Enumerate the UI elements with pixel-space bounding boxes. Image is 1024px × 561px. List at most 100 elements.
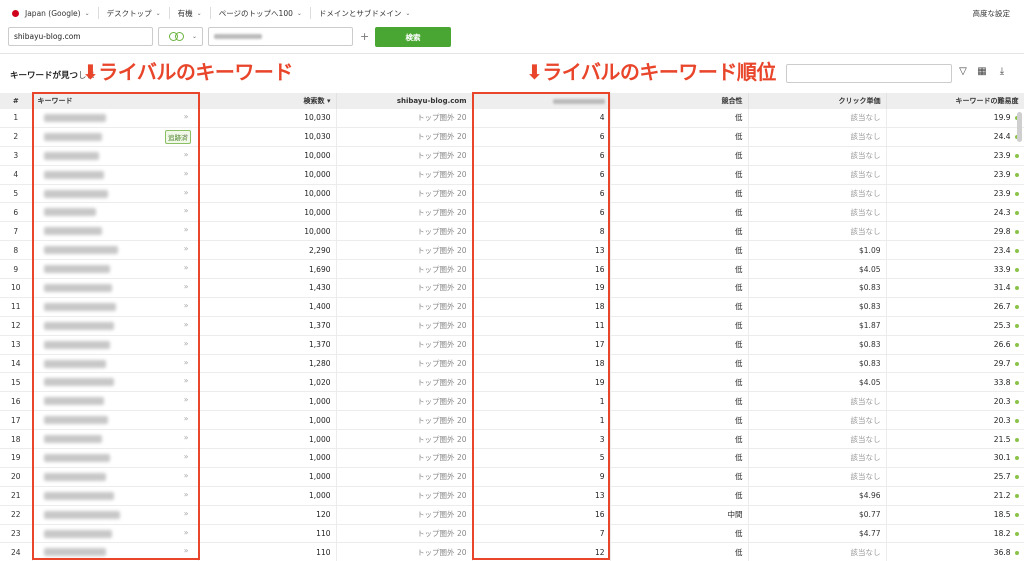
double-chevron-right-icon[interactable]: » (184, 433, 189, 442)
keyword-filter-input[interactable] (786, 64, 952, 83)
type-filter-label: 有機 (177, 8, 193, 18)
scrollbar[interactable] (1017, 112, 1022, 142)
keyword-cell[interactable]: » (32, 202, 199, 223)
double-chevron-right-icon[interactable]: » (184, 509, 189, 518)
domain-input-1[interactable]: shibayu-blog.com (8, 27, 153, 46)
database-filter[interactable]: Japan (Google) ⌄ (8, 7, 99, 19)
double-chevron-right-icon[interactable]: » (184, 244, 189, 253)
double-chevron-right-icon[interactable]: » (184, 358, 189, 367)
keyword-cell[interactable]: » (32, 278, 199, 298)
filter-icon[interactable]: ▽ (956, 66, 970, 77)
row-number: 12 (0, 316, 33, 336)
scope-filter[interactable]: ドメインとサブドメイン ⌄ (311, 7, 419, 19)
difficulty-value: 19.9 (993, 113, 1011, 123)
volume-cell: 1,370 (198, 335, 337, 355)
keyword-cell[interactable]: » (32, 467, 199, 487)
double-chevron-right-icon[interactable]: » (184, 169, 189, 178)
blurred-keyword (43, 227, 102, 236)
keyword-cell[interactable]: » (32, 372, 199, 393)
double-chevron-right-icon[interactable]: » (184, 188, 189, 197)
keyword-cell[interactable]: » (32, 429, 199, 450)
volume-cell: 1,430 (198, 278, 337, 298)
blurred-keyword (43, 189, 108, 198)
device-filter[interactable]: デスクトップ ⌄ (99, 7, 170, 19)
difficulty-cell: 26.7 (886, 297, 1024, 317)
double-chevron-right-icon[interactable]: » (184, 395, 189, 404)
blurred-keyword (43, 284, 112, 293)
difficulty-value: 21.2 (993, 491, 1011, 501)
keyword-cell[interactable]: » (32, 184, 199, 204)
cpc-cell: 該当なし (748, 542, 887, 561)
col-header-competition[interactable]: 競合性 (610, 93, 749, 109)
col-header-volume[interactable]: 検索数 ▾ (198, 93, 337, 109)
my-domain-position-cell: トップ圏外 20 (336, 467, 473, 487)
keyword-cell[interactable]: » (32, 165, 199, 185)
add-domain-icon[interactable]: + (360, 30, 369, 43)
double-chevron-right-icon[interactable]: » (184, 206, 189, 215)
difficulty-dot-icon (1014, 267, 1019, 272)
keyword-cell[interactable]: » (32, 259, 199, 280)
blurred-keyword (43, 114, 106, 122)
keyword-cell[interactable]: » (32, 486, 199, 506)
keyword-cell[interactable]: » (32, 146, 199, 166)
double-chevron-right-icon[interactable]: » (184, 131, 189, 140)
export-icon[interactable]: ⤓ (995, 66, 1009, 77)
competition-cell: 低 (610, 391, 749, 412)
volume-cell: 110 (198, 542, 337, 561)
domain-input-2[interactable] (208, 27, 353, 46)
keyword-cell[interactable]: » (32, 448, 199, 468)
col-header-cpc[interactable]: クリック単価 (748, 93, 887, 109)
col-header-competitor[interactable] (472, 93, 611, 109)
keyword-cell[interactable]: » (32, 391, 199, 412)
columns-icon[interactable]: ▦ (975, 66, 989, 77)
my-domain-position-cell: トップ圏外 20 (336, 335, 473, 355)
keyword-cell[interactable]: » (32, 316, 199, 336)
double-chevron-right-icon[interactable]: » (184, 339, 189, 348)
double-chevron-right-icon[interactable]: » (184, 225, 189, 234)
volume-cell: 1,000 (198, 391, 337, 412)
keyword-cell[interactable]: » (32, 109, 199, 128)
col-header-keyword[interactable]: キーワード (32, 93, 199, 109)
advanced-settings-link[interactable]: 高度な設定 (973, 8, 1011, 19)
position-filter-label: ページのトップへ100 (218, 8, 293, 18)
difficulty-cell: 23.9 (886, 184, 1024, 204)
my-domain-position-cell: トップ圏外 20 (336, 278, 473, 298)
competitor-position-cell: 18 (472, 354, 611, 374)
comparison-type-select[interactable]: ⌄ (158, 27, 203, 46)
col-header-my-domain[interactable]: shibayu-blog.com (336, 93, 473, 109)
cpc-cell: $4.05 (748, 259, 887, 280)
keyword-cell[interactable]: » (32, 335, 199, 355)
double-chevron-right-icon[interactable]: » (184, 452, 189, 461)
keyword-cell[interactable]: » (32, 542, 199, 561)
keyword-cell[interactable]: » (32, 524, 199, 544)
search-button[interactable]: 検索 (375, 27, 451, 47)
double-chevron-right-icon[interactable]: » (184, 546, 189, 555)
volume-cell: 10,000 (198, 165, 337, 185)
keyword-cell[interactable]: » (32, 221, 199, 242)
double-chevron-right-icon[interactable]: » (184, 414, 189, 423)
double-chevron-right-icon[interactable]: » (184, 112, 189, 121)
double-chevron-right-icon[interactable]: » (184, 150, 189, 159)
keyword-cell[interactable]: » (32, 410, 199, 431)
col-header-difficulty[interactable]: キーワードの難易度 (886, 93, 1024, 109)
keyword-cell[interactable]: » (32, 505, 199, 525)
blurred-keyword (43, 170, 104, 179)
double-chevron-right-icon[interactable]: » (184, 376, 189, 385)
double-chevron-right-icon[interactable]: » (184, 301, 189, 310)
keyword-cell[interactable]: » (32, 297, 199, 317)
double-chevron-right-icon[interactable]: » (184, 528, 189, 537)
position-filter[interactable]: ページのトップへ100 ⌄ (211, 7, 311, 19)
competitor-position-cell: 18 (472, 297, 611, 317)
keyword-cell[interactable]: » (32, 240, 199, 261)
double-chevron-right-icon[interactable]: » (184, 320, 189, 329)
double-chevron-right-icon[interactable]: » (184, 471, 189, 480)
keyword-cell[interactable]: 追跡済» (32, 127, 199, 147)
double-chevron-right-icon[interactable]: » (184, 490, 189, 499)
difficulty-cell: 23.9 (886, 146, 1024, 166)
type-filter[interactable]: 有機 ⌄ (170, 7, 211, 19)
double-chevron-right-icon[interactable]: » (184, 282, 189, 291)
device-filter-label: デスクトップ (106, 8, 152, 18)
blurred-keyword (43, 302, 116, 311)
double-chevron-right-icon[interactable]: » (184, 263, 189, 272)
keyword-cell[interactable]: » (32, 354, 199, 374)
